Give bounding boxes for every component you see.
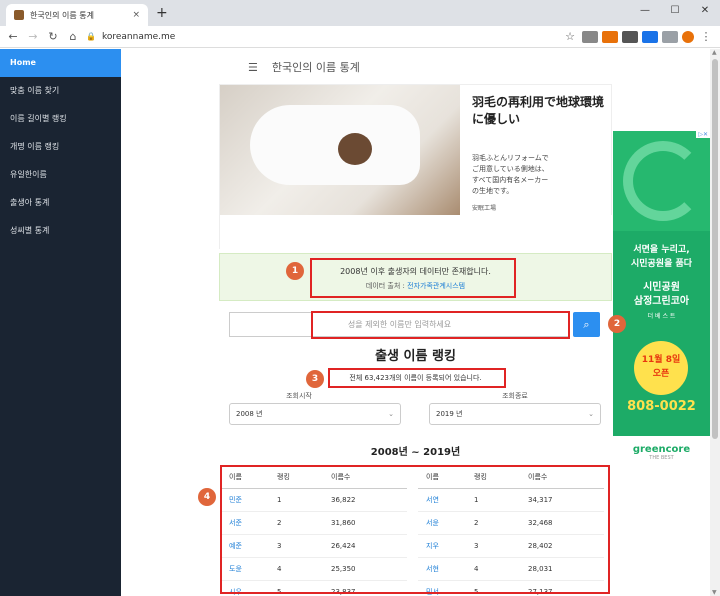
translate-icon[interactable] — [642, 30, 658, 43]
side-ad-line3: 더 베 스 트 — [647, 313, 676, 320]
annotation-box-3 — [328, 368, 506, 388]
tab-title: 한국인의 이름 통계 — [30, 10, 94, 20]
ad-banner[interactable]: 羽毛の再利用で地球環境に優しい 羽毛ふとんリフォームでご用意している側地は、すべ… — [219, 84, 613, 250]
close-window-button[interactable]: ✕ — [690, 0, 720, 26]
lock-icon: 🔒 — [86, 32, 96, 41]
sidebar: Home 맞춤 이름 찾기 이름 길이별 랭킹 개명 이름 랭킹 유일한이름 출… — [0, 49, 121, 596]
ad-choices-icon[interactable]: ▷✕ — [696, 131, 710, 138]
ranking-title: 출생 이름 랭킹 — [375, 349, 456, 364]
profile-avatar[interactable] — [682, 30, 694, 43]
new-tab-button[interactable]: + — [156, 6, 168, 20]
phone-number: 808-0022 — [627, 399, 696, 414]
extension-icon[interactable] — [662, 30, 678, 43]
tab-close-icon[interactable]: × — [132, 10, 140, 20]
open-badge: 11월 8일 오픈 — [634, 341, 688, 395]
annotation-marker-1: 1 — [286, 262, 304, 280]
chevron-down-icon: ⌄ — [388, 410, 394, 418]
browser-tab[interactable]: 한국인의 이름 통계 × — [6, 4, 148, 26]
window-controls: — ☐ ✕ — [630, 0, 720, 26]
sidebar-item-birth-stats[interactable]: 출생아 통계 — [0, 189, 121, 217]
scroll-up-icon[interactable]: ▲ — [712, 49, 717, 56]
favicon-icon — [14, 10, 24, 20]
sidebar-item-surname-stats[interactable]: 성씨별 통계 — [0, 217, 121, 245]
ad-photo — [220, 85, 460, 215]
maximize-button[interactable]: ☐ — [660, 0, 690, 26]
annotation-box-1 — [310, 258, 516, 298]
chevron-down-icon: ⌄ — [588, 410, 594, 418]
scrollbar[interactable]: ▲ ▼ — [710, 49, 720, 596]
back-icon[interactable]: ← — [6, 30, 20, 43]
annotation-marker-3: 3 — [306, 370, 324, 388]
address-bar[interactable]: 🔒 koreanname.me — [86, 28, 554, 46]
start-year-select[interactable]: 2008 년 ⌄ — [229, 403, 401, 425]
minimize-button[interactable]: — — [630, 0, 660, 26]
side-ad-line2: 시민공원 삼정그린코아 — [633, 282, 690, 307]
duvet-shape — [250, 105, 420, 185]
end-label: 조회종료 — [502, 392, 528, 400]
sidebar-item-length-ranking[interactable]: 이름 길이별 랭킹 — [0, 105, 121, 133]
annotation-marker-2: 2 — [608, 315, 626, 333]
home-icon[interactable]: ⌂ — [66, 30, 80, 43]
range-title: 2008년 ~ 2019년 — [370, 447, 461, 458]
side-ad[interactable]: ▷✕ 서면을 누리고, 시민공원을 품다 시민공원 삼정그린코아 더 베 스 트 1… — [613, 131, 710, 472]
brand-logo: greencore THE BEST — [613, 436, 710, 472]
extension-icon[interactable] — [622, 30, 638, 43]
swirl-icon — [623, 141, 703, 221]
annotation-marker-4: 4 — [198, 488, 216, 506]
sidebar-item-custom-name[interactable]: 맞춤 이름 찾기 — [0, 77, 121, 105]
page-header: ☰ 한국인의 이름 통계 — [248, 59, 360, 75]
hamburger-menu-icon[interactable]: ☰ — [248, 61, 258, 74]
forward-icon[interactable]: → — [26, 30, 40, 43]
start-label: 조회시작 — [286, 392, 312, 400]
sidebar-item-rename-ranking[interactable]: 개명 이름 랭킹 — [0, 133, 121, 161]
reload-icon[interactable]: ↻ — [46, 30, 60, 43]
side-ad-line1: 서면을 누리고, 시민공원을 품다 — [630, 245, 693, 269]
search-icon: ⌕ — [583, 318, 590, 331]
scroll-down-icon[interactable]: ▼ — [712, 589, 717, 596]
annotation-box-2 — [311, 311, 570, 339]
ad-body: 羽毛ふとんリフォームでご用意している側地は、すべて国内有名メーカーの生地です。 — [472, 154, 549, 195]
url-text: koreanname.me — [101, 31, 176, 42]
extension-icon[interactable] — [602, 30, 618, 43]
search-button[interactable]: ⌕ — [573, 312, 600, 337]
browser-toolbar: ← → ↻ ⌂ 🔒 koreanname.me ☆ ⋮ — [0, 26, 720, 48]
annotation-box-4 — [220, 465, 610, 594]
ad-padding — [220, 215, 613, 250]
extension-icon[interactable] — [582, 30, 598, 43]
side-ad-graphic — [613, 131, 710, 231]
menu-dots-icon[interactable]: ⋮ — [698, 30, 714, 43]
star-icon[interactable]: ☆ — [562, 30, 578, 43]
sleeper-shape — [338, 133, 372, 165]
sidebar-item-unique-name[interactable]: 유일한이름 — [0, 161, 121, 189]
scrollbar-thumb[interactable] — [712, 59, 718, 439]
tab-bar: 한국인의 이름 통계 × + — ☐ ✕ — [0, 0, 720, 26]
page-title: 한국인의 이름 통계 — [271, 61, 360, 74]
end-year-select[interactable]: 2019 년 ⌄ — [429, 403, 601, 425]
sidebar-item-home[interactable]: Home — [0, 49, 121, 77]
ad-headline: 羽毛の再利用で地球環境に優しい — [472, 95, 605, 126]
ad-source: 安眠工場 — [472, 205, 497, 212]
extensions-area: ☆ ⋮ — [560, 30, 716, 43]
